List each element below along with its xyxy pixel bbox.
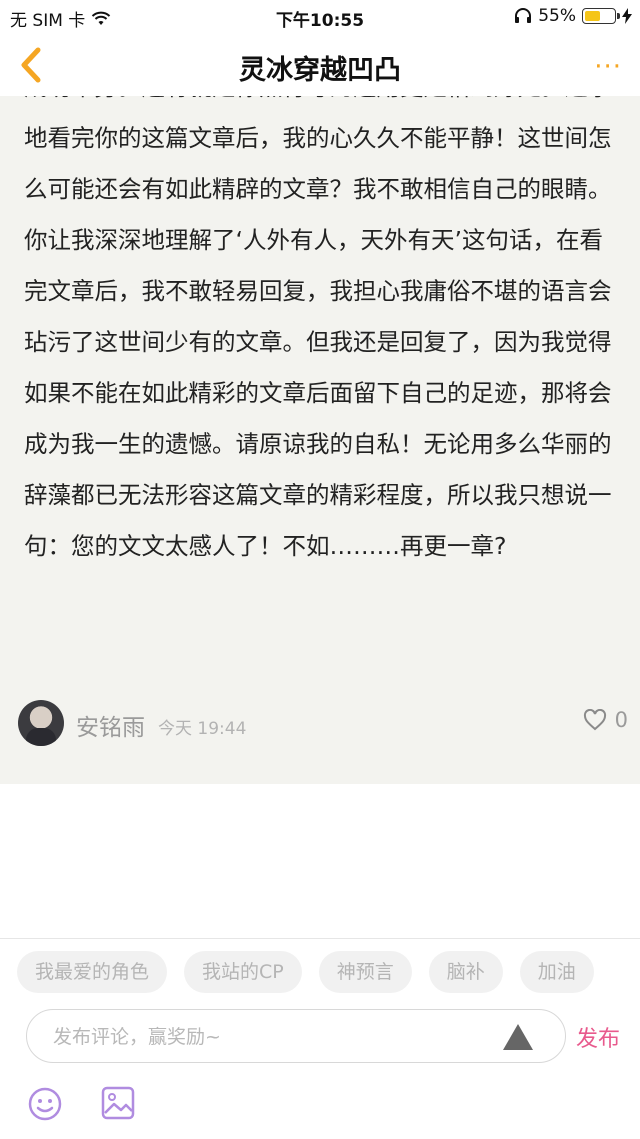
nav-bar: 灵冰穿越凹凸 ···	[0, 34, 640, 96]
comment-input-box[interactable]	[26, 1009, 566, 1063]
image-icon[interactable]	[100, 1085, 136, 1121]
quick-tag[interactable]: 神预言	[318, 951, 412, 993]
headphones-icon	[515, 8, 532, 23]
battery-percent: 55%	[538, 6, 576, 26]
page-title: 灵冰穿越凹凸	[239, 55, 401, 86]
comment-composer: 我最爱的角色 我站的CP 神预言 脑补 加油 发布	[0, 938, 640, 1139]
comment-author-row: 安铭雨 今天 19:44 0	[18, 700, 628, 750]
avatar[interactable]	[18, 700, 64, 746]
emoji-icon[interactable]	[28, 1087, 62, 1121]
like-count: 0	[614, 708, 628, 732]
charging-bolt-icon	[622, 8, 632, 24]
battery-icon	[582, 8, 620, 24]
status-right: 55%	[514, 6, 632, 26]
comment-time: 今天 19:44	[158, 719, 247, 739]
comment-card: 成功举身。还有就是你点符号的运用更是恰到好处。逐字地看完你的这篇文章后，我的心久…	[0, 96, 640, 784]
more-options-icon[interactable]: ···	[594, 52, 622, 82]
quick-tag[interactable]: 我最爱的角色	[17, 951, 168, 993]
battery-fill	[585, 11, 600, 21]
status-bar: 无 SIM 卡 下午10:55 55%	[0, 0, 640, 34]
quick-tags: 我最爱的角色 我站的CP 神预言 脑补 加油	[17, 951, 594, 993]
comment-text: 成功举身。还有就是你点符号的运用更是恰到好处。逐字地看完你的这篇文章后，我的心久…	[24, 96, 612, 560]
publish-button[interactable]: 发布	[576, 1021, 620, 1053]
send-triangle-icon[interactable]	[503, 1024, 533, 1050]
quick-tag[interactable]: 加油	[519, 951, 594, 993]
like-button[interactable]: 0	[583, 708, 628, 732]
comment-input[interactable]	[51, 1020, 485, 1054]
author-name[interactable]: 安铭雨	[76, 708, 145, 742]
quick-tag[interactable]: 脑补	[428, 951, 503, 993]
heart-icon	[583, 709, 606, 731]
quick-tag[interactable]: 我站的CP	[184, 951, 302, 993]
